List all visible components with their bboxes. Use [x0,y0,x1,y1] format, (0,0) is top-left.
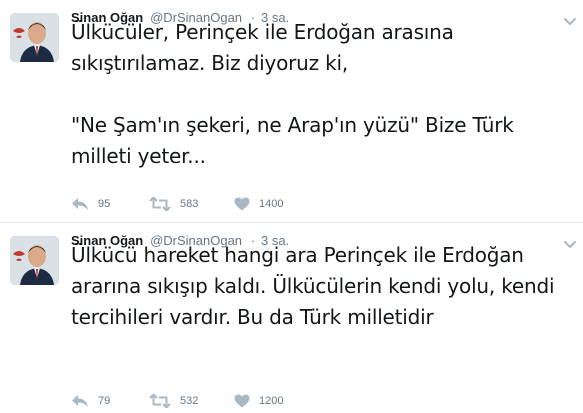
heart-icon [234,394,250,408]
retweet-count: 583 [180,198,199,210]
tweet-text: Ülkücü hareket hangi ara Perinçek ile Er… [71,240,576,333]
avatar[interactable] [10,236,59,285]
tweet-paragraph: Ülkücü hareket hangi ara Perinçek ile Er… [71,243,555,329]
reply-count: 95 [98,198,111,210]
like-button[interactable]: 1200 [234,392,283,410]
retweet-count: 532 [180,395,199,407]
like-button[interactable]: 1400 [234,195,283,213]
retweet-icon [149,197,171,211]
like-count: 1400 [259,198,284,210]
reply-icon [72,198,88,210]
profile-photo-icon [10,13,59,62]
tweet-paragraph: "Ne Şam'ın şekeri, ne Arap'ın yüzü" Bize… [71,113,514,168]
profile-photo-icon [10,236,59,285]
reply-button[interactable]: 95 [71,195,110,213]
retweet-icon [149,394,171,408]
heart-icon [234,197,250,211]
tweet[interactable]: Sinan Oğan @DrSinanOgan · 3 sa. Ülkücü h… [0,223,583,413]
like-count: 1200 [259,395,284,407]
retweet-button[interactable]: 532 [149,392,198,410]
tweet-paragraph: Ülkücüler, Perinçek ile Erdoğan arasına … [71,20,454,75]
reply-button[interactable]: 79 [71,392,110,410]
tweet-text: Ülkücüler, Perinçek ile Erdoğan arasına … [71,17,576,172]
retweet-button[interactable]: 583 [149,195,198,213]
reply-icon [72,395,88,407]
avatar[interactable] [10,13,59,62]
tweet[interactable]: Sinan Oğan @DrSinanOgan · 3 sa. Ülkücüle… [0,0,583,222]
reply-count: 79 [98,395,111,407]
